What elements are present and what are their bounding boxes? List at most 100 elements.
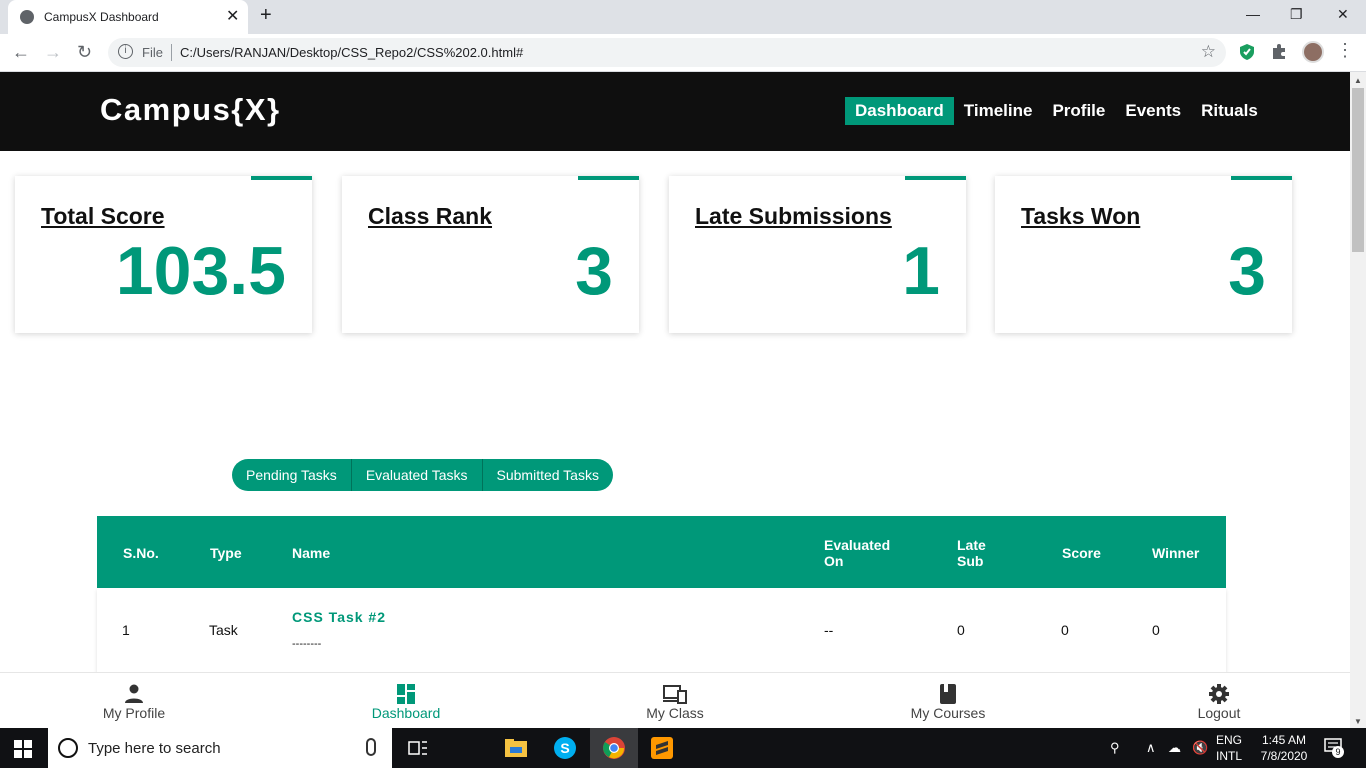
task-name-link[interactable]: CSS Task #2	[292, 609, 386, 625]
stat-card-class-rank: Class Rank 3	[342, 176, 639, 333]
stat-card-total-score: Total Score 103.5	[15, 176, 312, 333]
stat-card-tasks-won: Tasks Won 3	[995, 176, 1292, 333]
cell-evaluated-on: --	[824, 622, 834, 638]
card-label: Class Rank	[368, 203, 493, 229]
people-icon[interactable]: ⚲	[1110, 740, 1120, 756]
bottom-nav-my-class[interactable]: My Class	[605, 673, 745, 728]
new-tab-button[interactable]: +	[260, 4, 272, 27]
site-logo[interactable]: Campus{X}	[100, 92, 281, 128]
divider	[171, 44, 172, 61]
extensions-puzzle-icon[interactable]	[1271, 43, 1288, 60]
minimize-icon[interactable]: —	[1246, 6, 1260, 22]
nav-events[interactable]: Events	[1115, 97, 1191, 125]
bottom-nav-label: Dashboard	[371, 705, 441, 721]
task-tabs: Pending Tasks Evaluated Tasks Submitted …	[232, 459, 613, 491]
bookmark-star-icon[interactable]: ☆	[1201, 42, 1216, 62]
dashboard-icon	[397, 684, 415, 704]
clock-time: 1:45 AM	[1261, 733, 1307, 747]
speaker-muted-icon[interactable]: 🔇	[1192, 740, 1208, 756]
card-accent	[905, 176, 966, 180]
page-viewport: Campus{X} Dashboard Timeline Profile Eve…	[0, 72, 1350, 728]
menu-kebab-icon[interactable]: ⋮	[1336, 40, 1354, 61]
lang-line2: INTL	[1216, 749, 1243, 763]
lang-line1: ENG	[1216, 733, 1243, 747]
skype-icon: S	[554, 737, 576, 759]
tab-submitted-tasks[interactable]: Submitted Tasks	[483, 459, 613, 491]
th-score: Score	[1062, 545, 1101, 561]
card-label: Tasks Won	[1021, 203, 1141, 229]
bottom-nav-label: My Class	[646, 705, 704, 721]
folder-icon	[505, 739, 527, 757]
cell-score: 0	[1061, 622, 1069, 638]
window-close-icon[interactable]: ✕	[1337, 6, 1349, 23]
file-label: File	[142, 45, 163, 60]
onedrive-icon[interactable]: ☁	[1168, 740, 1181, 756]
show-hidden-icons-chevron-icon[interactable]: ∧	[1146, 740, 1156, 756]
bottom-navigation: My Profile Dashboard My Class My Courses…	[0, 672, 1350, 728]
search-placeholder: Type here to search	[88, 740, 221, 757]
task-view-button[interactable]	[394, 728, 442, 768]
th-type: Type	[210, 545, 242, 561]
person-icon	[125, 684, 143, 703]
bottom-nav-logout[interactable]: Logout	[1149, 673, 1289, 728]
browser-tab[interactable]: CampusX Dashboard ✕	[8, 0, 248, 34]
bottom-nav-my-courses[interactable]: My Courses	[878, 673, 1018, 728]
restore-icon[interactable]: ❐	[1290, 6, 1303, 23]
shield-extension-icon[interactable]	[1239, 43, 1255, 61]
info-icon[interactable]: i	[118, 44, 133, 59]
th-evaluated-line2: On	[824, 553, 844, 569]
url-text[interactable]: C:/Users/RANJAN/Desktop/CSS_Repo2/CSS%20…	[180, 45, 523, 60]
bottom-nav-label: My Courses	[910, 705, 986, 721]
taskbar-chrome[interactable]	[590, 728, 638, 768]
gear-icon	[1209, 684, 1229, 704]
tab-title: CampusX Dashboard	[44, 10, 159, 24]
taskbar-search-box[interactable]: Type here to search	[48, 728, 392, 768]
microphone-icon[interactable]	[366, 738, 376, 756]
card-accent	[1231, 176, 1292, 180]
nav-profile[interactable]: Profile	[1042, 97, 1115, 125]
table-header: S.No. Type Name Evaluated On Late Sub Sc…	[97, 516, 1226, 588]
bottom-nav-label: Logout	[1197, 705, 1241, 721]
book-icon	[940, 684, 956, 704]
table-row[interactable]: 1 Task CSS Task #2 -------- -- 0 0 0	[97, 588, 1226, 678]
scroll-up-arrow-icon[interactable]: ▲	[1354, 76, 1362, 85]
forward-icon[interactable]: →	[44, 42, 62, 63]
nav-timeline[interactable]: Timeline	[954, 97, 1043, 125]
back-icon[interactable]: ←	[12, 42, 30, 63]
cell-sno: 1	[122, 622, 130, 638]
taskbar-file-explorer[interactable]	[492, 728, 540, 768]
language-indicator[interactable]: ENG INTL	[1216, 732, 1242, 764]
th-evaluated-line1: Evaluated	[824, 537, 891, 553]
nav-dashboard[interactable]: Dashboard	[845, 97, 954, 125]
card-value: 103.5	[115, 233, 286, 309]
page-scrollbar[interactable]: ▲ ▼	[1350, 72, 1366, 728]
windows-start-icon[interactable]	[14, 740, 32, 758]
card-accent	[251, 176, 312, 180]
reload-icon[interactable]: ↻	[77, 42, 92, 63]
bottom-nav-my-profile[interactable]: My Profile	[64, 673, 204, 728]
close-tab-icon[interactable]: ✕	[226, 6, 239, 26]
card-value: 3	[575, 233, 613, 309]
tab-evaluated-tasks[interactable]: Evaluated Tasks	[352, 459, 483, 491]
taskbar-clock[interactable]: 1:45 AM 7/8/2020	[1252, 732, 1316, 764]
th-late-line1: Late	[957, 537, 986, 553]
notification-center[interactable]: 9	[1324, 738, 1344, 758]
scrollbar-thumb[interactable]	[1352, 88, 1364, 252]
th-name: Name	[292, 545, 331, 561]
notification-count-badge: 9	[1332, 746, 1344, 758]
browser-tab-strip: CampusX Dashboard ✕ + — ❐ ✕	[0, 0, 1366, 34]
scroll-down-arrow-icon[interactable]: ▼	[1354, 717, 1362, 726]
taskbar-skype[interactable]: S	[541, 728, 589, 768]
th-late-line2: Sub	[957, 553, 984, 569]
nav-rituals[interactable]: Rituals	[1191, 97, 1268, 125]
th-sno: S.No.	[123, 545, 159, 561]
chrome-icon	[603, 737, 625, 759]
bottom-nav-label: My Profile	[102, 705, 166, 721]
card-label: Late Submissions	[695, 203, 892, 229]
tab-pending-tasks[interactable]: Pending Tasks	[232, 459, 352, 491]
bottom-nav-dashboard[interactable]: Dashboard	[336, 673, 476, 728]
profile-avatar[interactable]	[1302, 41, 1324, 63]
taskbar-sublime[interactable]	[638, 728, 686, 768]
site-header: Campus{X} Dashboard Timeline Profile Eve…	[0, 72, 1350, 151]
address-bar[interactable]: i File C:/Users/RANJAN/Desktop/CSS_Repo2…	[108, 38, 1226, 67]
